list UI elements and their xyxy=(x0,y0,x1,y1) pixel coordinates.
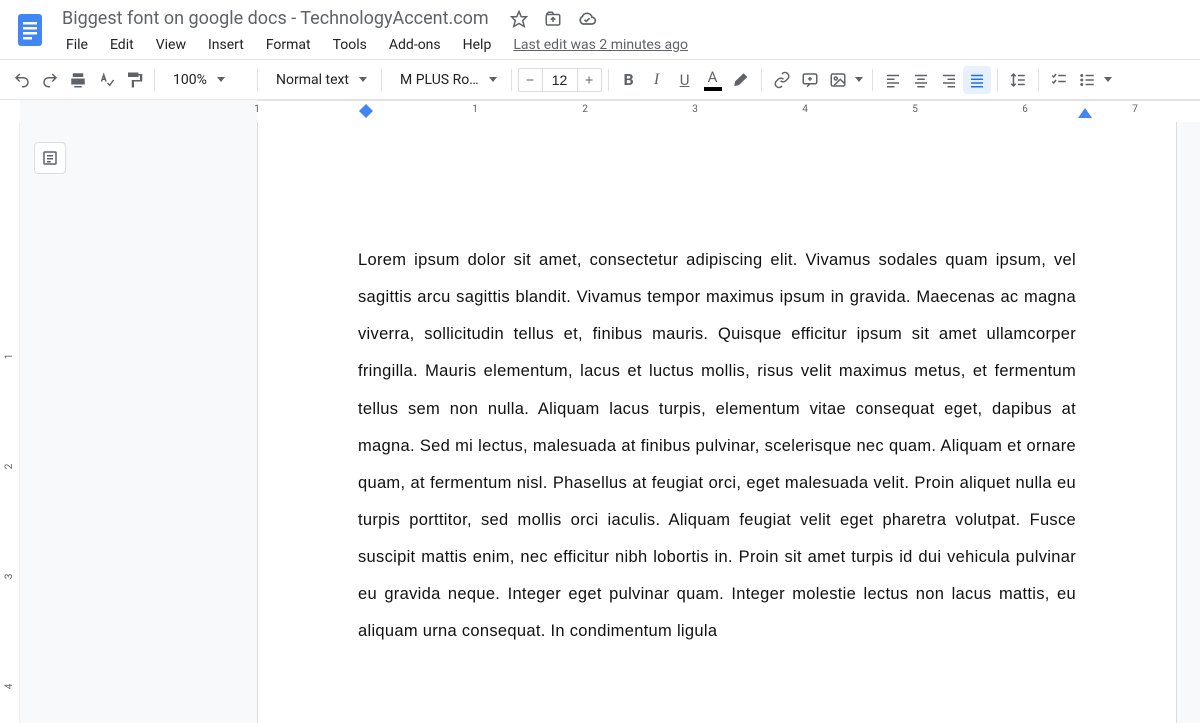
font-size-decrease-button[interactable] xyxy=(519,68,543,92)
vertical-ruler[interactable]: 1 2 3 4 xyxy=(0,122,20,723)
ruler-v-number: 2 xyxy=(4,464,15,470)
print-button[interactable] xyxy=(64,66,92,94)
ruler-h-number: 3 xyxy=(692,104,698,115)
ruler-h-number: 1 xyxy=(254,104,260,115)
document-page[interactable]: Lorem ipsum dolor sit amet, consectetur … xyxy=(257,122,1177,723)
paint-format-button[interactable] xyxy=(120,66,148,94)
menu-addons[interactable]: Add-ons xyxy=(379,33,451,57)
insert-link-button[interactable] xyxy=(768,66,796,94)
ruler-h-number: 5 xyxy=(912,104,918,115)
font-size-increase-button[interactable] xyxy=(577,68,601,92)
redo-button[interactable] xyxy=(36,66,64,94)
checklist-button[interactable] xyxy=(1045,66,1073,94)
font-family-select[interactable]: M PLUS Ro… xyxy=(388,66,505,94)
align-right-button[interactable] xyxy=(935,66,963,94)
ruler-v-number: 3 xyxy=(4,574,15,580)
document-title[interactable]: Biggest font on google docs - Technology… xyxy=(56,6,495,31)
zoom-select[interactable]: 100% xyxy=(161,66,251,94)
menu-view[interactable]: View xyxy=(146,33,196,57)
ruler-h-number: 6 xyxy=(1022,104,1028,115)
caret-down-icon xyxy=(489,77,497,82)
menu-insert[interactable]: Insert xyxy=(198,33,254,57)
font-family-value: M PLUS Ro… xyxy=(400,72,479,88)
star-icon[interactable] xyxy=(509,9,529,29)
insert-comment-button[interactable] xyxy=(796,66,824,94)
ruler-v-number: 4 xyxy=(4,684,15,690)
ruler-h-number: 4 xyxy=(802,104,808,115)
menu-tools[interactable]: Tools xyxy=(323,33,377,57)
highlight-button[interactable] xyxy=(727,66,755,94)
bulleted-list-button[interactable] xyxy=(1073,66,1101,94)
insert-image-dropdown[interactable] xyxy=(852,66,866,94)
italic-button[interactable]: I xyxy=(643,66,671,94)
align-center-button[interactable] xyxy=(907,66,935,94)
docs-logo[interactable] xyxy=(12,6,48,54)
menu-format[interactable]: Format xyxy=(256,33,321,57)
zoom-value: 100% xyxy=(173,72,207,88)
paragraph-style-select[interactable]: Normal text xyxy=(264,66,375,94)
ruler-h-number: 2 xyxy=(582,104,588,115)
menu-help[interactable]: Help xyxy=(453,33,502,57)
font-size-stepper xyxy=(518,68,602,92)
last-edit-link[interactable]: Last edit was 2 minutes ago xyxy=(503,33,698,57)
menu-file[interactable]: File xyxy=(56,33,98,57)
caret-down-icon xyxy=(359,77,367,82)
caret-down-icon xyxy=(217,77,225,82)
document-outline-button[interactable] xyxy=(34,142,66,174)
bold-button[interactable]: B xyxy=(615,66,643,94)
ruler-h-number: 1 xyxy=(472,104,478,115)
text-color-swatch xyxy=(704,87,722,91)
menu-edit[interactable]: Edit xyxy=(100,33,144,57)
underline-button[interactable]: U xyxy=(671,66,699,94)
line-spacing-button[interactable] xyxy=(1004,66,1032,94)
ruler-v-number: 1 xyxy=(4,354,15,360)
body-paragraph[interactable]: Lorem ipsum dolor sit amet, consectetur … xyxy=(358,242,1076,650)
left-indent-marker[interactable] xyxy=(359,104,373,118)
bulleted-list-dropdown[interactable] xyxy=(1101,66,1115,94)
ruler-h-number: 7 xyxy=(1132,104,1138,115)
horizontal-ruler[interactable]: 1 1 2 3 4 5 6 7 xyxy=(0,100,1200,122)
align-left-button[interactable] xyxy=(879,66,907,94)
font-size-input[interactable] xyxy=(543,72,577,88)
paragraph-style-value: Normal text xyxy=(276,72,349,88)
text-color-button[interactable]: A xyxy=(699,66,727,94)
align-justify-button[interactable] xyxy=(963,66,991,94)
spellcheck-button[interactable] xyxy=(92,66,120,94)
move-icon[interactable] xyxy=(543,9,563,29)
right-indent-marker[interactable] xyxy=(1078,108,1092,118)
undo-button[interactable] xyxy=(8,66,36,94)
insert-image-button[interactable] xyxy=(824,66,852,94)
cloud-saved-icon[interactable] xyxy=(577,9,597,29)
